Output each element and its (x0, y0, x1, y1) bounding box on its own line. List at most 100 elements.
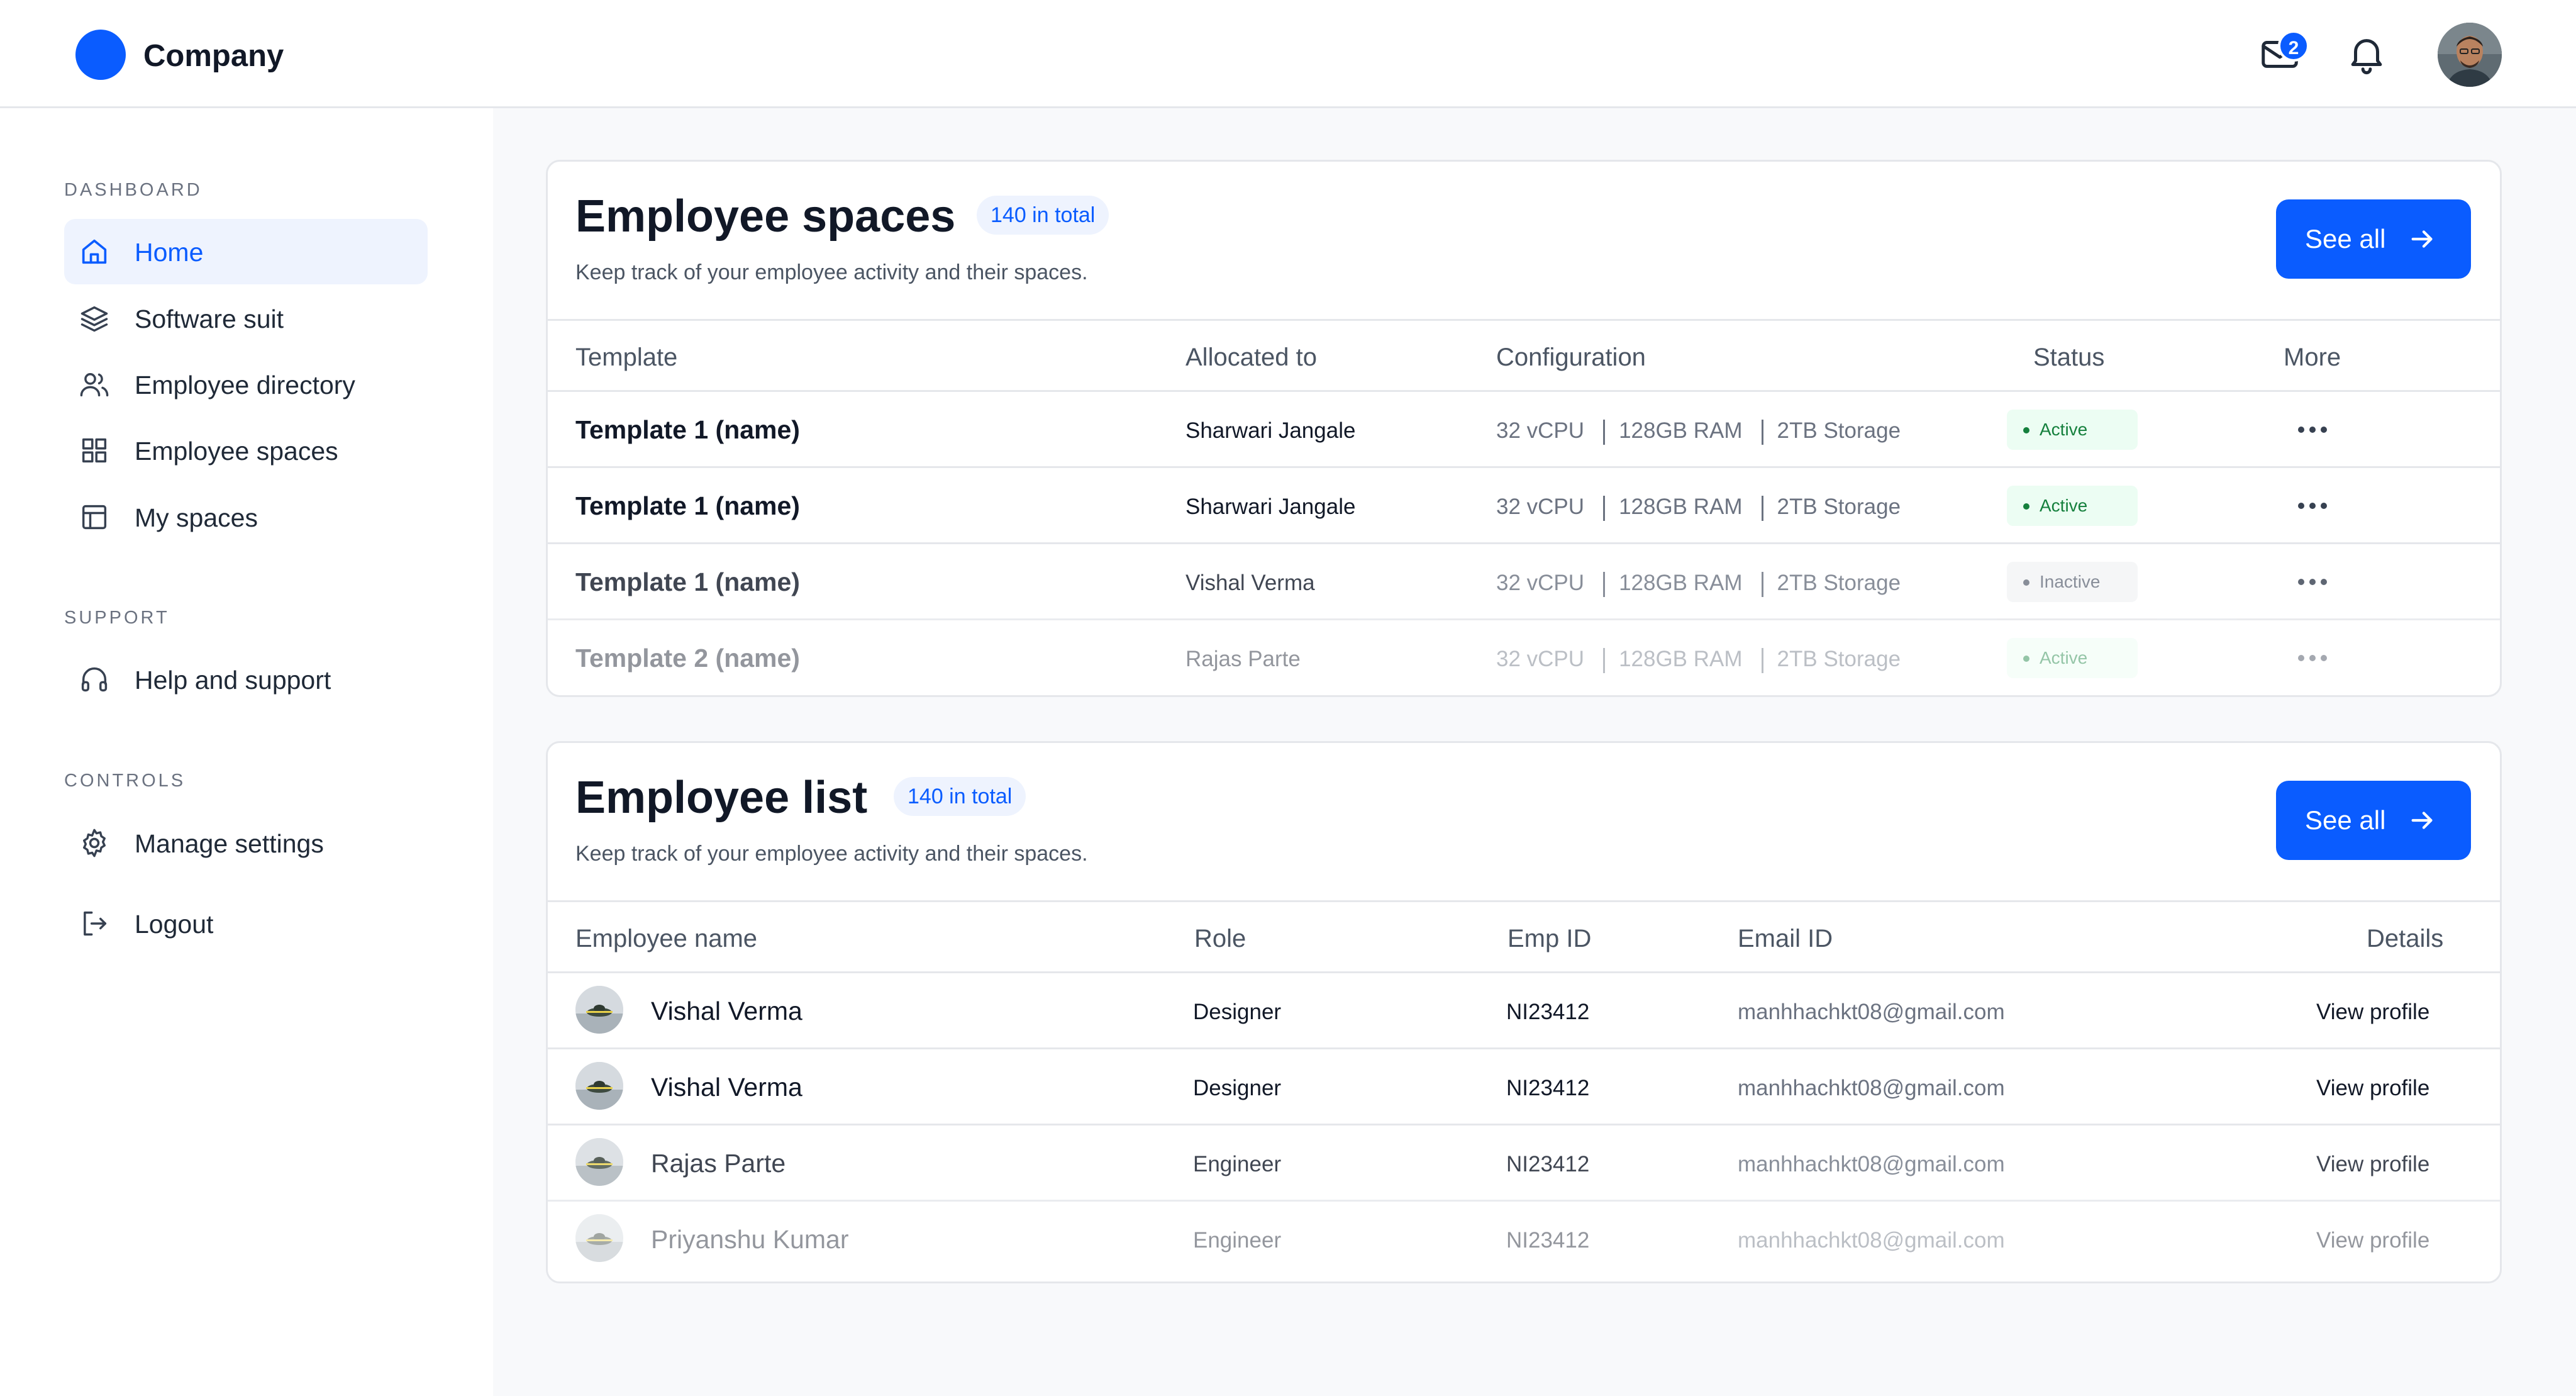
sidebar-item-label: Manage settings (135, 829, 324, 858)
employee-avatar (575, 1062, 623, 1110)
template-name: Template 1 (name) (575, 491, 800, 520)
status-badge: Active (2007, 638, 2138, 678)
employee-name: Priyanshu Kumar (651, 1225, 849, 1254)
employee-list-card: Employee list 140 in total Keep track of… (546, 741, 2502, 1283)
allocated-to: Rajas Parte (1185, 647, 1301, 671)
headphones-icon (81, 667, 108, 692)
allocated-to: Vishal Verma (1185, 571, 1315, 595)
employee-email: manhhachkt08@gmail.com (1738, 1152, 2005, 1176)
more-options-button[interactable] (2294, 492, 2331, 520)
sidebar-item-logout[interactable]: Logout (64, 891, 428, 956)
employee-name: Rajas Parte (651, 1149, 786, 1178)
employee-id: NI23412 (1506, 1076, 1590, 1100)
status-badge: Active (2007, 410, 2138, 450)
status-badge: Active (2007, 486, 2138, 526)
table-row[interactable]: Template 1 (name) Vishal Verma 32 vCPU 12… (548, 544, 2500, 620)
column-header: Email ID (1738, 925, 1833, 952)
sidebar-item-home[interactable]: Home (64, 219, 428, 284)
employee-role: Engineer (1193, 1228, 1282, 1253)
sidebar-item-label: Employee directory (135, 371, 355, 399)
employee-role: Designer (1193, 1000, 1282, 1024)
layout-icon (82, 505, 107, 530)
column-header: Emp ID (1507, 925, 1592, 952)
section-label-dashboard: DASHBOARD (64, 180, 203, 200)
employee-name: Vishal Verma (651, 997, 802, 1025)
view-profile-link[interactable]: View profile (2316, 998, 2429, 1026)
section-label-support: SUPPORT (64, 608, 170, 628)
total-count-badge: 140 in total (977, 196, 1109, 235)
table-header: Employee name Role Emp ID Email ID Detai… (548, 900, 2500, 973)
view-profile-link[interactable]: View profile (2316, 1151, 2429, 1178)
sidebar-item-employee-directory[interactable]: Employee directory (64, 352, 428, 417)
sidebar-item-employee-spaces[interactable]: Employee spaces (64, 418, 428, 483)
employee-spaces-card: Employee spaces 140 in total Keep track … (546, 160, 2502, 697)
table-row[interactable]: Template 1 (name) Sharwari Jangale 32 vC… (548, 392, 2500, 468)
company-logo[interactable] (75, 30, 126, 80)
sidebar-item-label: Help and support (135, 666, 331, 695)
status-badge: Inactive (2007, 562, 2138, 602)
configuration: 32 vCPU 128GB RAM 2TB Storage (1496, 645, 1901, 673)
sidebar-item-help-and-support[interactable]: Help and support (64, 647, 428, 712)
more-options-button[interactable] (2294, 416, 2331, 444)
employee-avatar (575, 1138, 623, 1186)
view-profile-link[interactable]: View profile (2316, 1227, 2429, 1254)
employee-avatar (575, 986, 623, 1034)
employee-id: NI23412 (1506, 1228, 1590, 1253)
employee-email: manhhachkt08@gmail.com (1738, 1228, 2005, 1253)
employee-name: Vishal Verma (651, 1073, 802, 1102)
employee-role: Designer (1193, 1076, 1282, 1100)
total-count-badge: 140 in total (894, 777, 1026, 816)
more-horizontal-icon (2298, 655, 2327, 661)
column-header: Details (2367, 925, 2444, 952)
view-profile-link[interactable]: View profile (2316, 1075, 2429, 1102)
template-name: Template 2 (name) (575, 644, 800, 673)
column-header: More (2284, 343, 2341, 371)
sidebar-item-label: Software suit (135, 304, 284, 333)
sidebar-item-manage-settings[interactable]: Manage settings (64, 810, 428, 876)
configuration: 32 vCPU 128GB RAM 2TB Storage (1496, 569, 1901, 597)
allocated-to: Sharwari Jangale (1185, 494, 1356, 519)
sidebar-item-label: Logout (135, 910, 214, 939)
see-all-spaces-button[interactable]: See all (2276, 199, 2471, 279)
arrow-right-icon (2411, 812, 2433, 829)
more-options-button[interactable] (2294, 644, 2331, 672)
table-row[interactable]: Vishal Verma Designer NI23412 manhhachkt… (548, 1049, 2500, 1125)
logout-icon (84, 911, 107, 936)
arrow-right-icon (2411, 230, 2433, 248)
configuration: 32 vCPU 128GB RAM 2TB Storage (1496, 417, 1901, 445)
section-label-controls: CONTROLS (64, 771, 186, 791)
column-header: Allocated to (1185, 343, 1318, 371)
table-row[interactable]: Vishal Verma Designer NI23412 manhhachkt… (548, 973, 2500, 1049)
column-header: Employee name (575, 925, 758, 952)
button-label: See all (2305, 805, 2386, 835)
card-title: Employee list (575, 773, 868, 823)
table-header: Template Allocated to Configuration Stat… (548, 319, 2500, 392)
mail-badge-count: 2 (2278, 30, 2309, 62)
more-horizontal-icon (2298, 579, 2327, 585)
sidebar-item-my-spaces[interactable]: My spaces (64, 484, 428, 550)
employee-email: manhhachkt08@gmail.com (1738, 1000, 2005, 1024)
sidebar-item-label: Home (135, 238, 204, 267)
column-header: Status (2033, 343, 2105, 371)
table-row[interactable]: Template 1 (name) Sharwari Jangale 32 vC… (548, 468, 2500, 544)
layers-icon (80, 306, 108, 332)
more-options-button[interactable] (2294, 568, 2331, 596)
brand-name: Company (143, 39, 284, 73)
configuration: 32 vCPU 128GB RAM 2TB Storage (1496, 493, 1901, 521)
card-title: Employee spaces (575, 191, 956, 242)
employee-id: NI23412 (1506, 1000, 1590, 1024)
column-header: Role (1194, 925, 1246, 952)
bell-icon[interactable] (2345, 31, 2389, 75)
see-all-employees-button[interactable]: See all (2276, 781, 2471, 860)
table-row[interactable]: Template 2 (name) Rajas Parte 32 vCPU 128… (548, 620, 2500, 695)
button-label: See all (2305, 224, 2386, 254)
sidebar-item-software-suit[interactable]: Software suit (64, 286, 428, 351)
table-row[interactable]: Priyanshu Kumar Engineer NI23412 manhhac… (548, 1202, 2500, 1278)
user-avatar[interactable] (2438, 23, 2502, 87)
table-row[interactable]: Rajas Parte Engineer NI23412 manhhachkt0… (548, 1125, 2500, 1202)
sidebar-item-label: Employee spaces (135, 437, 338, 466)
card-subtitle: Keep track of your employee activity and… (575, 260, 1088, 284)
allocated-to: Sharwari Jangale (1185, 418, 1356, 443)
top-bar: Company 2 (0, 0, 2576, 108)
more-horizontal-icon (2298, 503, 2327, 509)
